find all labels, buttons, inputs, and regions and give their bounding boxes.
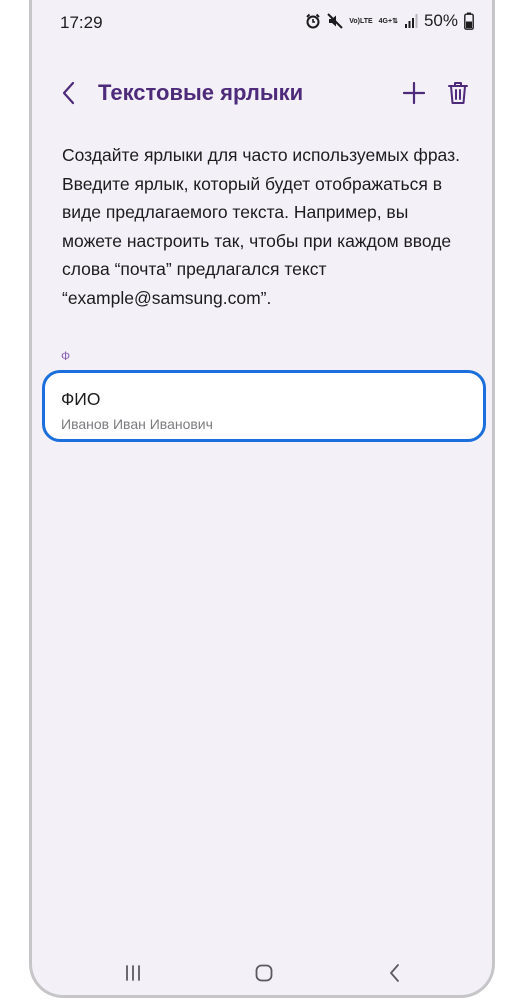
app-header: Текстовые ярлыки: [32, 70, 492, 116]
section-header-letter: Ф: [61, 349, 71, 363]
nav-back-icon: [390, 964, 399, 982]
nav-back-button[interactable]: [380, 960, 410, 986]
recent-apps-button[interactable]: [118, 960, 148, 986]
plus-icon: [403, 82, 425, 104]
back-button[interactable]: [56, 78, 82, 108]
alarm-icon: [305, 13, 321, 29]
status-time: 17:29: [60, 13, 103, 32]
phone-screen: 17:29 Vo) LTE 4G+ ⇅ 50% Текстовые ярлыки…: [29, 0, 495, 998]
navigation-bar: [32, 952, 492, 992]
shortcut-phrase: Иванов Иван Иванович: [61, 416, 213, 432]
trash-icon: [448, 82, 468, 104]
battery-percent: 50%: [423, 11, 458, 30]
shortcut-list-item[interactable]: ФИО Иванов Иван Иванович: [42, 370, 486, 442]
description-text: Создайте ярлыки для часто используемых ф…: [62, 145, 460, 308]
mute-icon: [327, 13, 343, 29]
home-icon: [255, 964, 273, 982]
home-button[interactable]: [249, 960, 279, 986]
status-icons: Vo) LTE 4G+ ⇅ 50%: [305, 11, 474, 31]
delete-button[interactable]: [445, 78, 471, 108]
chevron-left-icon: [62, 81, 75, 105]
page-title: Текстовые ярлыки: [98, 80, 304, 105]
recent-apps-icon: [126, 965, 140, 981]
network-indicator: 4G+ ⇅: [378, 17, 398, 25]
signal-icon: [404, 13, 418, 29]
shortcut-name: ФИО: [61, 389, 101, 409]
add-shortcut-button[interactable]: [400, 78, 428, 108]
status-bar: 17:29 Vo) LTE 4G+ ⇅ 50%: [32, 0, 492, 46]
battery-icon: [464, 12, 474, 30]
volte-indicator: Vo) LTE: [349, 17, 373, 25]
